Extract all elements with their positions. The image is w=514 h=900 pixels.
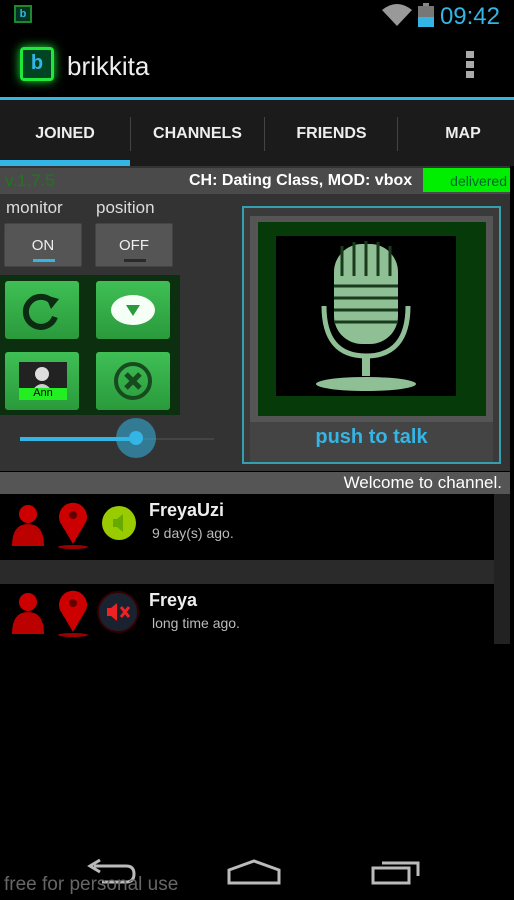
wifi-icon [382,4,412,26]
push-to-talk-button[interactable]: push to talk [242,206,501,464]
cancel-icon [114,362,152,400]
dropdown-button[interactable] [96,281,170,339]
user-icon [12,593,44,634]
app-logo[interactable]: b [20,47,54,81]
toggle-indicator [124,259,146,262]
position-label: position [96,198,155,217]
version-label: v.1.7.5 [5,171,55,190]
tab-channels[interactable]: CHANNELS [131,100,264,166]
list-divider [0,560,494,584]
position-toggle[interactable]: OFF [95,223,173,267]
user-name: FreyaUzi [149,500,225,520]
refresh-icon [22,293,59,330]
clock: 09:42 [439,3,500,30]
speaker-muted-icon[interactable] [96,590,140,636]
tab-joined[interactable]: JOINED [0,100,130,166]
tab-bar: JOINED CHANNELS FRIENDS MAP [0,100,514,166]
map-pin-icon[interactable] [56,500,90,550]
monitor-toggle[interactable]: ON [4,223,82,267]
user-list-item[interactable]: FreyaUzi 9 day(s) ago. [0,494,494,560]
refresh-button[interactable] [5,281,79,339]
scrollbar[interactable] [494,494,510,644]
channel-info: CH: Dating Class, MOD: vbox [189,172,413,189]
user-name: Freya [149,590,198,610]
avatar-button[interactable]: Ann [5,352,79,410]
action-grid: Ann [0,275,180,415]
app-bar: b brikkita [0,33,514,97]
microphone-icon [276,236,456,396]
status-bar: b 09:42 [0,0,514,32]
home-icon[interactable] [226,858,282,886]
app-title: brikkita [67,51,150,81]
user-icon [12,505,44,546]
avatar-icon [19,362,67,400]
welcome-message: Welcome to channel. [0,472,510,494]
cancel-button[interactable] [96,352,170,410]
push-to-talk-label: push to talk [315,426,428,448]
user-list-item[interactable]: Freya long time ago. [0,584,494,644]
map-pin-icon[interactable] [56,588,90,638]
position-value: OFF [119,237,149,254]
toggle-indicator [33,259,55,262]
overflow-menu-icon[interactable] [466,51,474,81]
watermark: free for personal use [4,874,179,895]
monitor-label: monitor [6,198,63,217]
volume-slider[interactable] [20,418,214,458]
tab-friends[interactable]: FRIENDS [265,100,398,166]
delivery-status-badge: delivered [423,168,510,192]
speaker-on-icon[interactable] [100,504,138,550]
user-last-seen: 9 day(s) ago. [152,525,234,541]
dropdown-icon [111,295,155,325]
recent-apps-icon[interactable] [370,858,424,886]
monitor-value: ON [31,237,55,254]
tab-map[interactable]: MAP [398,100,514,166]
avatar-name: Ann [33,387,53,399]
battery-icon [418,3,434,27]
brikkita-notification-icon: b [14,5,32,23]
user-last-seen: long time ago. [152,615,240,631]
